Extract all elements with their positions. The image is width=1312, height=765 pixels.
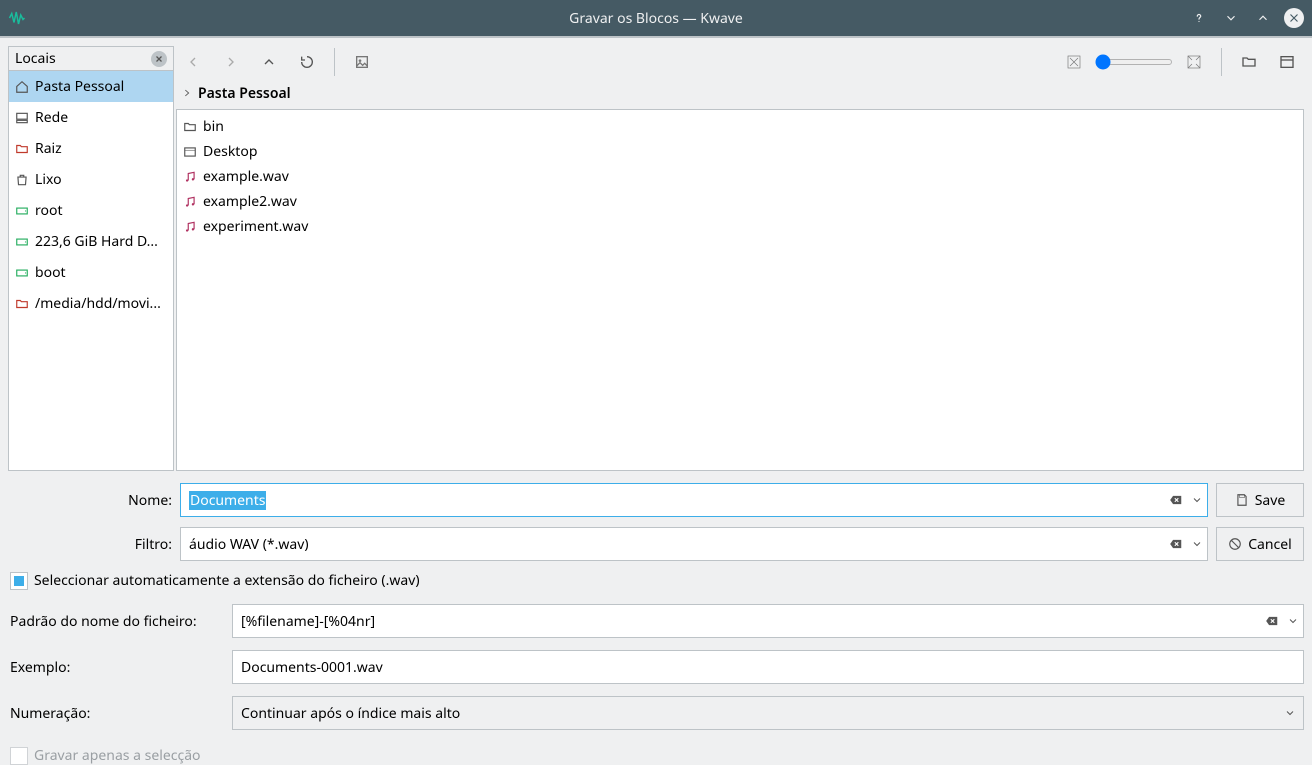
- place-label: 223,6 GiB Hard D...: [35, 232, 158, 251]
- cancel-button-label: Cancel: [1248, 535, 1292, 554]
- file-icon: [183, 170, 197, 184]
- file-item[interactable]: example2.wav: [179, 189, 1301, 214]
- breadcrumb[interactable]: Pasta Pessoal: [176, 82, 1304, 105]
- zoom-out-icon[interactable]: [1057, 48, 1091, 76]
- clear-filter-icon[interactable]: [1168, 536, 1184, 552]
- filter-dropdown[interactable]: [1190, 537, 1204, 551]
- zoom-slider[interactable]: [1095, 59, 1173, 65]
- place-label: root: [35, 201, 63, 220]
- clear-pattern-icon[interactable]: [1264, 613, 1280, 629]
- example-label: Exemplo:: [8, 658, 224, 677]
- nav-back-button[interactable]: [176, 48, 210, 76]
- reload-button[interactable]: [290, 48, 324, 76]
- name-input-value: Documents: [189, 491, 266, 510]
- file-item[interactable]: Desktop: [179, 139, 1301, 164]
- numbering-label: Numeração:: [8, 704, 224, 723]
- cancel-button[interactable]: Cancel: [1216, 527, 1304, 561]
- sidebar-item-7[interactable]: /media/hdd/movi...: [9, 288, 173, 319]
- file-toolbar: [176, 46, 1304, 78]
- save-button[interactable]: Save: [1216, 483, 1304, 517]
- cancel-icon: [1228, 537, 1242, 551]
- place-label: Rede: [35, 108, 68, 127]
- nav-forward-button[interactable]: [214, 48, 248, 76]
- close-places-icon[interactable]: [151, 51, 167, 67]
- pattern-input[interactable]: [%filename]-[%04nr]: [232, 604, 1304, 638]
- numbering-combo[interactable]: Continuar após o índice mais alto: [232, 696, 1304, 730]
- window-title: Gravar os Blocos — Kwave: [0, 9, 1312, 28]
- place-icon: [15, 204, 29, 218]
- file-icon: [183, 145, 197, 159]
- sidebar-item-1[interactable]: Rede: [9, 102, 173, 133]
- filter-label: Filtro:: [8, 535, 172, 554]
- sidebar-item-2[interactable]: Raiz: [9, 133, 173, 164]
- sidebar-item-3[interactable]: Lixo: [9, 164, 173, 195]
- numbering-dropdown-icon: [1283, 706, 1297, 720]
- file-list[interactable]: bin Desktop example.wav example2.wav experim…: [176, 109, 1304, 471]
- places-panel: Locais Pasta Pessoal Rede Raiz Lixo root 223,…: [8, 46, 174, 471]
- filter-input-value: áudio WAV (*.wav): [189, 535, 309, 554]
- breadcrumb-current: Pasta Pessoal: [198, 84, 291, 103]
- auto-extension-label: Seleccionar automaticamente a extensão d…: [34, 571, 420, 590]
- new-folder-button[interactable]: [1232, 48, 1266, 76]
- place-icon: [15, 173, 29, 187]
- save-icon: [1235, 493, 1249, 507]
- file-icon: [183, 220, 197, 234]
- file-item[interactable]: bin: [179, 114, 1301, 139]
- place-label: Pasta Pessoal: [35, 77, 124, 96]
- place-icon: [15, 142, 29, 156]
- name-history-dropdown[interactable]: [1190, 493, 1204, 507]
- nav-up-button[interactable]: [252, 48, 286, 76]
- chevron-right-icon: [182, 84, 192, 103]
- place-icon: [15, 111, 29, 125]
- sidebar-item-4[interactable]: root: [9, 195, 173, 226]
- example-output: Documents-0001.wav: [232, 650, 1304, 684]
- titlebar: Gravar os Blocos — Kwave: [0, 0, 1312, 36]
- pattern-dropdown[interactable]: [1286, 614, 1300, 628]
- sidebar-item-0[interactable]: Pasta Pessoal: [9, 71, 173, 102]
- place-icon: [15, 80, 29, 94]
- place-label: Raiz: [35, 139, 62, 158]
- name-input[interactable]: Documents: [180, 483, 1208, 517]
- sidebar-item-5[interactable]: 223,6 GiB Hard D...: [9, 226, 173, 257]
- file-name: bin: [203, 117, 224, 136]
- clear-name-icon[interactable]: [1168, 492, 1184, 508]
- file-icon: [183, 195, 197, 209]
- filter-input[interactable]: áudio WAV (*.wav): [180, 527, 1208, 561]
- sidebar-item-6[interactable]: boot: [9, 257, 173, 288]
- save-button-label: Save: [1255, 491, 1286, 510]
- file-name: example.wav: [203, 167, 289, 186]
- zoom-in-icon[interactable]: [1177, 48, 1211, 76]
- pattern-label: Padrão do nome do ficheiro:: [8, 612, 224, 631]
- file-item[interactable]: example.wav: [179, 164, 1301, 189]
- help-button[interactable]: [1188, 7, 1210, 29]
- numbering-value: Continuar após o índice mais alto: [241, 704, 460, 723]
- file-icon: [183, 120, 197, 134]
- minimize-button[interactable]: [1220, 7, 1242, 29]
- file-name: Desktop: [203, 142, 257, 161]
- name-label: Nome:: [8, 491, 172, 510]
- file-item[interactable]: experiment.wav: [179, 214, 1301, 239]
- preview-button[interactable]: [345, 48, 379, 76]
- place-label: /media/hdd/movi...: [35, 294, 161, 313]
- places-title: Locais: [15, 49, 56, 68]
- file-name: example2.wav: [203, 192, 297, 211]
- pattern-input-value: [%filename]-[%04nr]: [241, 612, 375, 631]
- places-list: Pasta Pessoal Rede Raiz Lixo root 223,6 GiB H…: [9, 71, 173, 470]
- file-name: experiment.wav: [203, 217, 308, 236]
- maximize-button[interactable]: [1252, 7, 1274, 29]
- selection-only-label: Gravar apenas a selecção: [34, 746, 201, 765]
- close-button[interactable]: [1284, 8, 1304, 28]
- place-label: boot: [35, 263, 66, 282]
- place-icon: [15, 235, 29, 249]
- app-icon: [8, 9, 26, 27]
- auto-extension-checkbox[interactable]: [10, 572, 28, 590]
- place-icon: [15, 297, 29, 311]
- selection-only-checkbox: [10, 747, 28, 765]
- place-label: Lixo: [35, 170, 62, 189]
- view-options-button[interactable]: [1270, 48, 1304, 76]
- place-icon: [15, 266, 29, 280]
